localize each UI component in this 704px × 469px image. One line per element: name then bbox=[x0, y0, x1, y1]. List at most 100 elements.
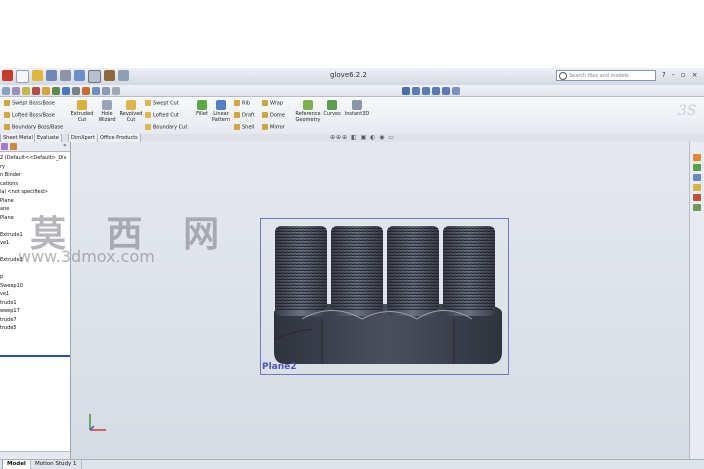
heads-up-view-toolbar[interactable]: ⊕⊕⊕ ◧ ▣ ◐ ◉ ▭ bbox=[330, 134, 395, 141]
rib-button[interactable]: Rib bbox=[234, 100, 250, 107]
mirror-icon bbox=[262, 124, 268, 130]
title-bar: glove6.2.2 Search files and models ? - ▫… bbox=[0, 68, 704, 86]
undo-icon[interactable] bbox=[74, 70, 85, 81]
property-tab-icon[interactable] bbox=[10, 143, 17, 150]
section-view-icon[interactable] bbox=[72, 86, 80, 95]
save-icon[interactable] bbox=[46, 70, 57, 81]
swept-cut-icon bbox=[145, 100, 151, 106]
tab-model[interactable]: Model bbox=[2, 460, 31, 469]
fillet-icon bbox=[197, 100, 207, 110]
options-icon[interactable] bbox=[118, 70, 129, 81]
solidworks-logo-icon[interactable] bbox=[2, 70, 13, 81]
ds-logo-icon: 3S bbox=[678, 103, 696, 119]
plane-label: Plane2 bbox=[262, 362, 297, 372]
tree-item[interactable]: ial <not specified> bbox=[0, 188, 66, 197]
draft-button[interactable]: Draft bbox=[234, 112, 255, 119]
scene-icon[interactable] bbox=[112, 86, 120, 95]
command-manager: Swept Boss/Base Lofted Boss/Base Boundar… bbox=[0, 97, 704, 135]
features-icon[interactable] bbox=[42, 86, 50, 95]
tree-item[interactable]: trude7 bbox=[0, 316, 66, 325]
hole-wizard-button[interactable]: Hole Wizard bbox=[96, 100, 118, 123]
open-folder-icon[interactable] bbox=[32, 70, 43, 81]
front-view-icon[interactable] bbox=[412, 86, 420, 95]
draft-icon bbox=[234, 112, 240, 118]
view-palette-icon[interactable] bbox=[693, 184, 701, 191]
quick-access-toolbar bbox=[2, 70, 129, 83]
top-view-icon[interactable] bbox=[422, 86, 430, 95]
lofted-cut-button[interactable]: Lofted Cut bbox=[145, 112, 179, 119]
tree-item[interactable]: 2 (Default<<Default>_Dis bbox=[0, 154, 66, 163]
lofted-boss-icon bbox=[4, 112, 10, 118]
std-views-icon[interactable] bbox=[402, 86, 410, 95]
reference-geometry-button[interactable]: Reference Geometry bbox=[293, 100, 323, 123]
revolved-cut-button[interactable]: Revolved Cut bbox=[119, 100, 143, 123]
reference-geometry-icon bbox=[303, 100, 313, 110]
tree-item[interactable]: trude5 bbox=[0, 324, 66, 333]
window-controls[interactable]: ? - ▫ × bbox=[662, 71, 700, 79]
hide-show-icon[interactable] bbox=[102, 86, 110, 95]
print-icon[interactable] bbox=[60, 70, 71, 81]
resources-icon[interactable] bbox=[693, 154, 701, 161]
search-placeholder: Search files and models bbox=[569, 73, 629, 79]
tree-item[interactable]: weep17 bbox=[0, 307, 66, 316]
new-document-icon[interactable] bbox=[16, 70, 29, 83]
wrap-icon bbox=[262, 100, 268, 106]
iso-view-icon[interactable] bbox=[442, 86, 450, 95]
file-explorer-icon[interactable] bbox=[693, 174, 701, 181]
lofted-boss-button[interactable]: Lofted Boss/Base bbox=[4, 112, 55, 119]
custom-properties-icon[interactable] bbox=[693, 204, 701, 211]
rollback-bar[interactable] bbox=[0, 355, 70, 357]
extruded-cut-button[interactable]: Extruded Cut bbox=[70, 100, 94, 123]
zoom-fit-icon[interactable] bbox=[2, 86, 10, 95]
right-view-icon[interactable] bbox=[432, 86, 440, 95]
curves-button[interactable]: Curves bbox=[323, 100, 341, 117]
swept-cut-button[interactable]: Swept Cut bbox=[145, 100, 179, 107]
tree-item[interactable]: Sweep10 bbox=[0, 282, 66, 291]
smart-dimension-icon[interactable] bbox=[32, 86, 40, 95]
tree-item[interactable]: ve1 bbox=[0, 290, 66, 299]
display-style-icon[interactable] bbox=[62, 86, 70, 95]
view-cube-icon[interactable] bbox=[452, 86, 460, 95]
linear-pattern-icon bbox=[216, 100, 226, 110]
boundary-boss-button[interactable]: Boundary Boss/Base bbox=[4, 124, 63, 131]
view-toolbar bbox=[0, 85, 704, 97]
mate-icon[interactable] bbox=[52, 86, 60, 95]
appearances-icon[interactable] bbox=[693, 194, 701, 201]
zoom-area-icon[interactable] bbox=[12, 86, 20, 95]
shell-button[interactable]: Shell bbox=[234, 124, 254, 131]
mirror-button[interactable]: Mirror bbox=[262, 124, 285, 131]
fillet-button[interactable]: Fillet bbox=[194, 100, 210, 117]
bottom-tabs: Model Motion Study 1 bbox=[0, 459, 704, 469]
sketch-icon[interactable] bbox=[22, 86, 30, 95]
lofted-cut-icon bbox=[145, 112, 151, 118]
wrap-button[interactable]: Wrap bbox=[262, 100, 283, 107]
feature-manager-tabs: « bbox=[0, 142, 70, 152]
tree-item[interactable]: p bbox=[0, 273, 66, 282]
dome-button[interactable]: Dome bbox=[262, 112, 285, 119]
select-icon[interactable] bbox=[88, 70, 101, 83]
tree-item[interactable]: trude1 bbox=[0, 299, 66, 308]
tree-item[interactable]: Plane bbox=[0, 197, 66, 206]
design-library-icon[interactable] bbox=[693, 164, 701, 171]
view-orientation-icon[interactable] bbox=[92, 86, 100, 95]
tab-motion-study[interactable]: Motion Study 1 bbox=[30, 460, 82, 469]
dome-icon bbox=[262, 112, 268, 118]
boundary-cut-icon bbox=[145, 124, 151, 130]
axis-triad-icon bbox=[89, 414, 106, 431]
appearance-icon[interactable] bbox=[82, 86, 90, 95]
rib-icon bbox=[234, 100, 240, 106]
search-input[interactable]: Search files and models bbox=[556, 70, 656, 81]
tree-item[interactable]: n Binder bbox=[0, 171, 66, 180]
feature-tree-tab-icon[interactable] bbox=[1, 143, 8, 150]
instant3d-button[interactable]: Instant3D bbox=[343, 100, 371, 117]
linear-pattern-button[interactable]: Linear Pattern bbox=[210, 100, 232, 123]
collapse-icon[interactable]: « bbox=[63, 142, 67, 149]
instant3d-icon bbox=[352, 100, 362, 110]
rebuild-icon[interactable] bbox=[104, 70, 115, 81]
swept-boss-button[interactable]: Swept Boss/Base bbox=[4, 100, 55, 107]
search-icon bbox=[559, 72, 567, 80]
tree-item[interactable]: ry bbox=[0, 163, 66, 172]
boundary-cut-button[interactable]: Boundary Cut bbox=[145, 124, 187, 131]
document-title: glove6.2.2 bbox=[330, 71, 367, 79]
tree-item[interactable]: cations bbox=[0, 180, 66, 189]
